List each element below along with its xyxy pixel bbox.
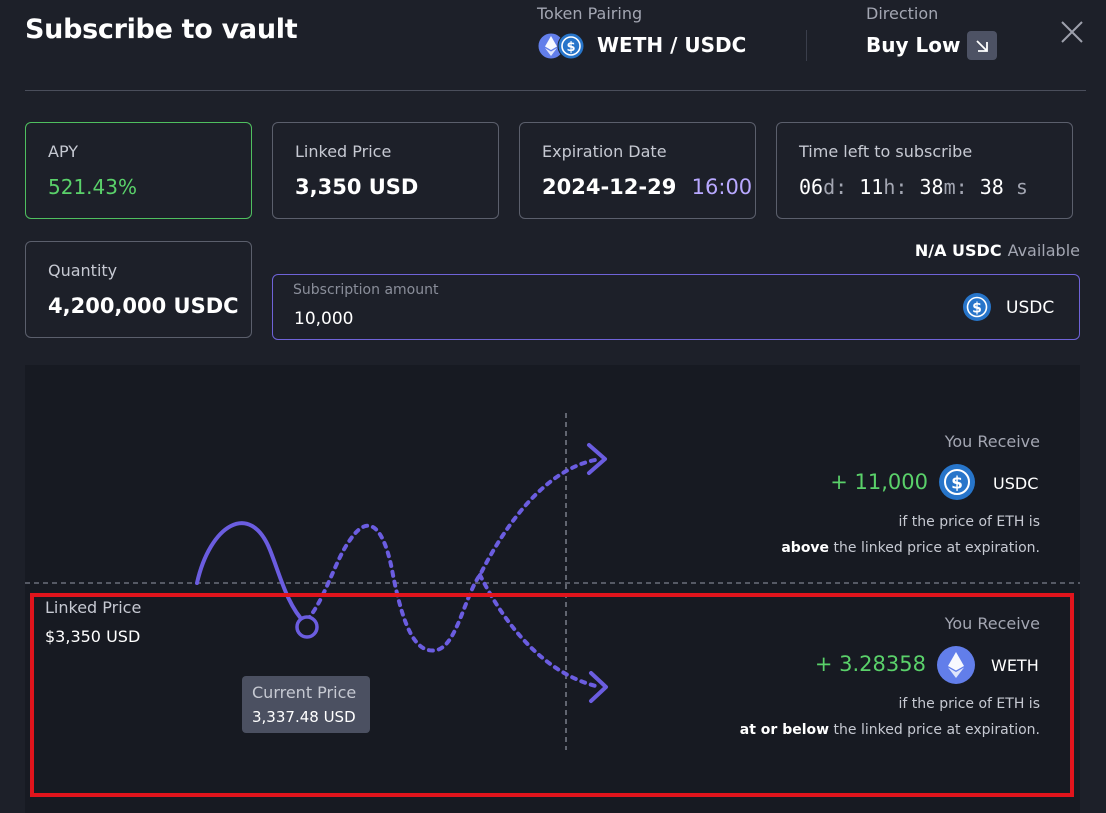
direction-value: Buy Low: [866, 33, 961, 57]
current-price-tooltip: Current Price 3,337.48 USD: [242, 676, 370, 733]
countdown-days-unit: d:: [823, 175, 848, 199]
subscription-amount-field[interactable]: Subscription amount $ USDC: [272, 274, 1080, 340]
quantity-value: 4,200,000 USDC: [48, 294, 239, 318]
receive-below-amount: + 3.28358: [814, 652, 926, 676]
chart-linked-price-label: Linked Price: [45, 598, 142, 617]
header-separator: [25, 90, 1086, 91]
svg-text:$: $: [566, 40, 575, 55]
expiration-label: Expiration Date: [542, 142, 667, 161]
receive-above-note-line1: if the price of ETH is: [898, 514, 1041, 530]
receive-above-token: USDC: [993, 474, 1039, 493]
time-left-card: Time left to subscribe 06d: 11h: 38m: 38…: [776, 122, 1073, 219]
subscription-amount-label: Subscription amount: [293, 282, 439, 298]
header-divider: [806, 30, 807, 61]
quantity-card: Quantity 4,200,000 USDC: [25, 241, 252, 338]
arrow-down-right-icon: [976, 39, 988, 52]
usdc-icon: $: [557, 32, 585, 60]
apy-value: 521.43%: [48, 175, 137, 199]
current-price-value: 3,337.48 USD: [252, 708, 356, 726]
svg-text:$: $: [951, 474, 963, 494]
eth-icon: [937, 646, 975, 684]
direction-badge: [967, 31, 997, 60]
receive-below-note-line1: if the price of ETH is: [898, 696, 1041, 712]
receive-below-label: You Receive: [944, 614, 1040, 633]
available-label: Available: [1007, 241, 1080, 260]
receive-below-condition: at or below: [739, 722, 830, 738]
direction-label: Direction: [866, 4, 939, 23]
payoff-diagram: [25, 365, 1080, 813]
countdown-hours-unit: h:: [883, 175, 908, 199]
projection-down-path: [478, 573, 602, 689]
available-balance: N/A USDC Available: [915, 241, 1080, 260]
apy-card: APY 521.43%: [25, 122, 252, 219]
receive-above-amount: + 11,000: [830, 470, 928, 494]
apy-label: APY: [48, 142, 79, 161]
usdc-icon: $: [963, 293, 991, 321]
countdown: 06d: 11h: 38m: 38 s: [799, 175, 1028, 199]
subscription-token: USDC: [1006, 298, 1055, 318]
projection-up-path: [305, 458, 597, 653]
payoff-diagram-svg: [25, 413, 1080, 750]
linked-price-card: Linked Price 3,350 USD: [272, 122, 499, 219]
linked-price-value: 3,350 USD: [295, 175, 419, 199]
chart-linked-price-value: $3,350 USD: [45, 627, 141, 646]
receive-below-note-line2: at or below the linked price at expirati…: [740, 722, 1040, 738]
usdc-icon: $: [939, 464, 975, 500]
countdown-days: 06: [799, 175, 824, 199]
countdown-minutes-unit: m:: [943, 175, 968, 199]
token-pairing-value: WETH / USDC: [597, 33, 747, 57]
svg-text:$: $: [972, 301, 982, 317]
receive-below-token: WETH: [991, 656, 1039, 675]
subscription-amount-input[interactable]: [292, 306, 852, 332]
quantity-label: Quantity: [48, 261, 118, 280]
price-history-line: [195, 521, 307, 625]
countdown-hours: 11: [859, 175, 884, 199]
countdown-seconds-unit: s: [1015, 175, 1028, 199]
linked-price-label: Linked Price: [295, 142, 392, 161]
time-left-label: Time left to subscribe: [799, 142, 973, 161]
receive-above-note-line2: above the linked price at expiration.: [781, 540, 1040, 556]
available-amount: N/A USDC: [914, 241, 1002, 260]
close-icon[interactable]: [1059, 19, 1085, 45]
token-pairing-label: Token Pairing: [537, 4, 643, 23]
receive-above-condition: above: [781, 540, 830, 556]
expiration-card: Expiration Date 2024-12-29 16:00: [519, 122, 756, 219]
countdown-seconds: 38: [979, 175, 1004, 199]
receive-above-label: You Receive: [944, 432, 1040, 451]
receive-above-note-rest: the linked price at expiration.: [833, 540, 1040, 556]
current-price-marker: [295, 615, 319, 639]
expiration-value: 2024-12-29 16:00: [542, 175, 752, 199]
token-pair-icons: $: [537, 32, 585, 60]
expiration-time: 16:00: [691, 175, 753, 199]
countdown-minutes: 38: [919, 175, 944, 199]
expiration-date: 2024-12-29: [542, 175, 677, 199]
current-price-label: Current Price: [252, 683, 357, 702]
dialog-title: Subscribe to vault: [25, 14, 298, 45]
receive-below-note-rest: the linked price at expiration.: [833, 722, 1040, 738]
